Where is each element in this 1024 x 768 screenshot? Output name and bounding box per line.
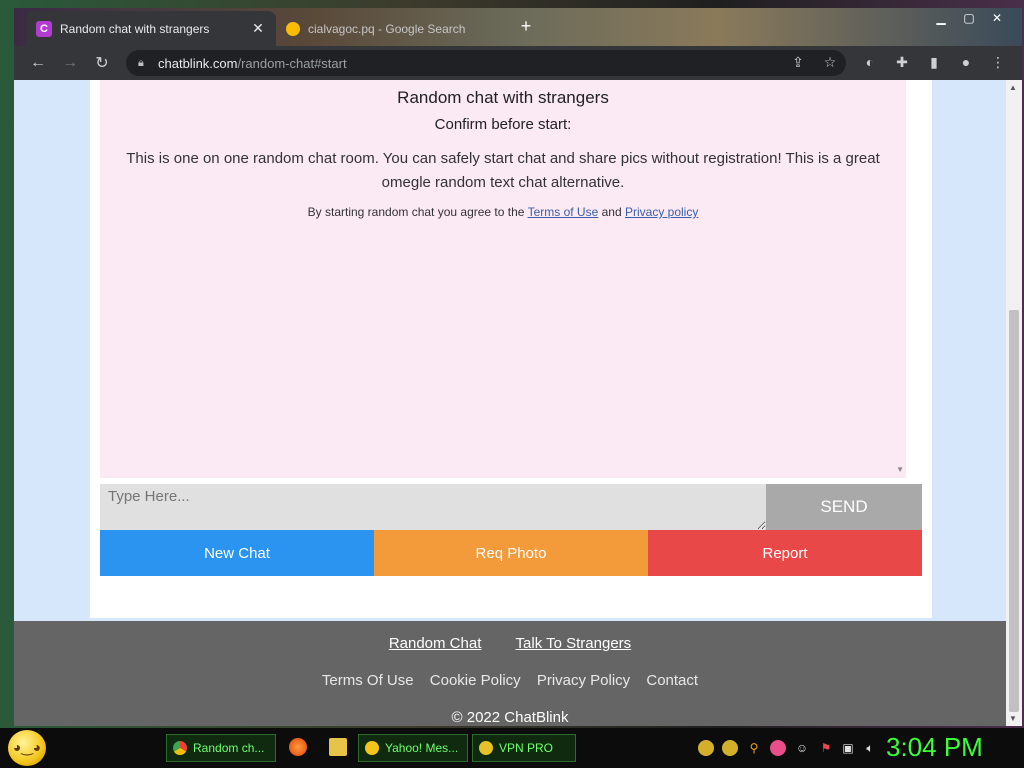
scroll-down-icon[interactable]: ▼ (1009, 714, 1017, 723)
privacy-policy-link[interactable]: Privacy policy (625, 205, 698, 219)
chrome-icon (173, 741, 187, 755)
footer-main-links: Random Chat Talk To Strangers (14, 635, 1006, 652)
tray-pink-icon[interactable] (770, 740, 786, 756)
tray-volume-icon[interactable]: 🔈︎ (862, 740, 878, 756)
taskbar: ◕‿◕ Random ch... Yahoo! Mes... VPN PRO ⚲… (0, 728, 1024, 768)
footer-link-talk-to-strangers[interactable]: Talk To Strangers (516, 635, 632, 652)
extensions-puzzle-icon[interactable]: ✚ (890, 50, 914, 74)
chat-description: This is one on one random chat room. You… (126, 150, 880, 191)
share-icon[interactable]: ⇪ (786, 50, 810, 74)
taskbar-clock[interactable]: 3:04 PM (886, 732, 983, 763)
yahoo-icon (365, 741, 379, 755)
reload-icon[interactable]: ↻ (86, 49, 118, 77)
page-scrollbar[interactable]: ▲ ▼ (1006, 80, 1022, 726)
chat-confirm-text: Confirm before start: (434, 116, 572, 133)
message-input[interactable] (100, 484, 766, 530)
start-smiley-icon[interactable]: ◕‿◕ (8, 730, 46, 766)
side-panel-icon[interactable]: ▮ (922, 50, 946, 74)
menu-kebab-icon[interactable]: ⋮ (986, 50, 1010, 74)
back-arrow-icon[interactable]: ← (22, 49, 54, 77)
taskbar-item-chrome[interactable]: Random ch... (166, 734, 276, 762)
tray-search-icon[interactable]: ⚲ (746, 740, 762, 756)
chat-actions: New Chat Req Photo Report (100, 530, 922, 576)
address-bar[interactable]: 🔒︎ chatblink.com/random-chat#start (126, 50, 846, 76)
tray-messenger-icon[interactable]: ☺ (794, 740, 810, 756)
smiley-face-icon: ◕‿◕ (12, 739, 42, 755)
tab-google-search[interactable]: cialvagoc.pq - Google Search (276, 14, 506, 44)
browser-window: C Random chat with strangers ✕ cialvagoc… (14, 8, 1022, 726)
taskbar-item-label: Random ch... (193, 741, 265, 755)
new-chat-button[interactable]: New Chat (100, 530, 374, 576)
firefox-icon[interactable] (289, 738, 307, 756)
bookmark-star-icon[interactable]: ☆ (818, 50, 842, 74)
tab-close-icon[interactable]: ✕ (250, 20, 266, 37)
lock-icon: 🔒︎ (138, 57, 144, 69)
message-input-row: SEND (100, 484, 922, 530)
vpn-icon (479, 741, 493, 755)
tab-random-chat[interactable]: C Random chat with strangers ✕ (26, 11, 276, 46)
req-photo-button[interactable]: Req Photo (374, 530, 648, 576)
send-button[interactable]: SEND (766, 484, 922, 530)
chat-terms-notice: By starting random chat you agree to the… (100, 205, 906, 219)
taskbar-item-vpn[interactable]: VPN PRO (472, 734, 576, 762)
taskbar-item-label: VPN PRO (499, 741, 554, 755)
close-window-icon[interactable]: ✕ (984, 8, 1010, 28)
scroll-up-icon[interactable]: ▲ (1009, 83, 1017, 92)
report-button[interactable]: Report (648, 530, 922, 576)
tab-strip: C Random chat with strangers ✕ cialvagoc… (14, 8, 1022, 46)
google-favicon-icon (286, 22, 300, 36)
chat-card: Random chat with strangers Confirm befor… (90, 80, 932, 618)
footer-policy-links: Terms Of Use Cookie Policy Privacy Polic… (14, 672, 1006, 689)
footer-link-privacy[interactable]: Privacy Policy (537, 672, 630, 689)
site-footer: Random Chat Talk To Strangers Terms Of U… (14, 621, 1006, 726)
tab-title: cialvagoc.pq - Google Search (308, 22, 466, 36)
forward-arrow-icon[interactable]: → (54, 49, 86, 77)
scrollbar-thumb[interactable] (1009, 310, 1019, 712)
terms-prefix: By starting random chat you agree to the (307, 205, 525, 219)
footer-copyright: © 2022 ChatBlink (451, 709, 569, 726)
url-path: /random-chat#start (237, 55, 347, 71)
footer-link-contact[interactable]: Contact (646, 672, 698, 689)
minimize-icon[interactable]: ▁ (928, 8, 954, 28)
footer-link-terms[interactable]: Terms Of Use (322, 672, 414, 689)
footer-link-cookie[interactable]: Cookie Policy (430, 672, 521, 689)
chat-messages-area[interactable]: Random chat with strangers Confirm befor… (100, 80, 906, 478)
profile-extension-icon[interactable]: ◐ (858, 50, 882, 74)
folder-icon[interactable] (329, 738, 347, 756)
chat-heading: Random chat with strangers (397, 88, 609, 107)
taskbar-item-label: Yahoo! Mes... (385, 741, 459, 755)
url-host: chatblink.com (158, 55, 238, 71)
new-tab-button[interactable]: + (514, 16, 538, 37)
page-viewport: Random chat with strangers Confirm befor… (14, 80, 1022, 726)
terms-of-use-link[interactable]: Terms of Use (528, 205, 599, 219)
chatblink-favicon-icon: C (36, 20, 52, 37)
tray-smiley-icon[interactable] (722, 740, 738, 756)
chat-scroll-down-icon[interactable]: ▼ (896, 465, 904, 474)
maximize-icon[interactable]: ▢ (956, 8, 982, 28)
tray-network-icon[interactable]: ▣ (840, 740, 856, 756)
account-avatar-icon[interactable]: ● (954, 50, 978, 74)
tab-title: Random chat with strangers (60, 21, 210, 36)
tray-flag-icon[interactable]: ⚑ (818, 740, 834, 756)
tray-vpn-icon[interactable] (698, 740, 714, 756)
taskbar-item-yahoo[interactable]: Yahoo! Mes... (358, 734, 468, 762)
footer-link-random-chat[interactable]: Random Chat (389, 635, 482, 652)
terms-and: and (601, 205, 622, 219)
